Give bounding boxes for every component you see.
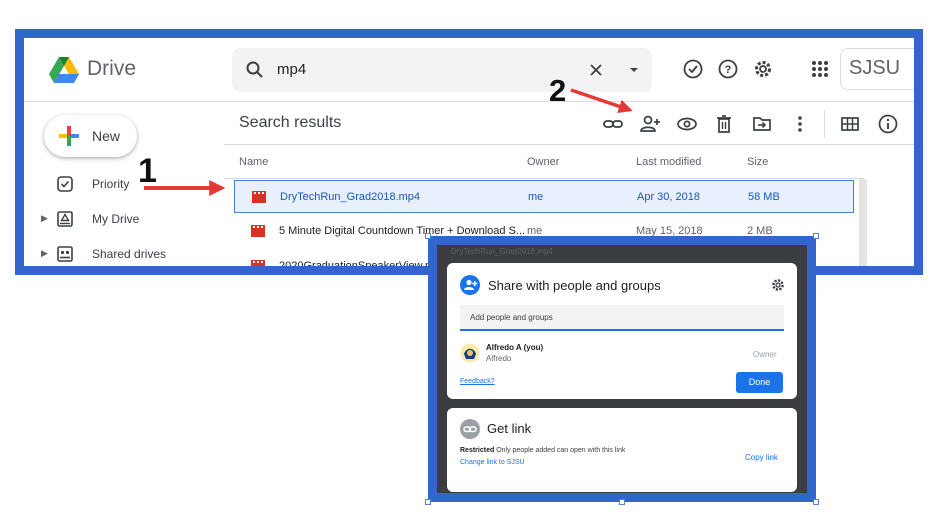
get-link-panel: Get link Restricted Only people added ca… — [447, 408, 797, 492]
done-button[interactable]: Done — [736, 372, 783, 393]
user-subtitle: Alfredo — [486, 354, 512, 363]
share-dialog-title: Share with people and groups — [488, 278, 661, 293]
share-dialog: Share with people and groups Add people … — [447, 263, 797, 399]
get-link-title: Get link — [487, 421, 532, 436]
link-icon — [460, 419, 480, 439]
add-people-placeholder: Add people and groups — [470, 313, 553, 322]
add-person-icon — [460, 275, 480, 295]
resize-handle[interactable] — [813, 233, 819, 239]
resize-handle[interactable] — [813, 499, 819, 505]
avatar — [460, 343, 480, 363]
feedback-link[interactable]: Feedback? — [460, 378, 495, 385]
user-name: Alfredo A (you) — [486, 343, 544, 352]
resize-handle[interactable] — [425, 499, 431, 505]
restricted-label: Restricted — [460, 447, 495, 454]
gear-icon[interactable] — [770, 277, 786, 293]
change-link-button[interactable]: Change link to SJSU — [460, 459, 525, 466]
background-file-name: DryTechRun_Grad2018.mp4 — [451, 247, 553, 256]
copy-link-button[interactable]: Copy link — [745, 453, 778, 462]
add-people-input[interactable]: Add people and groups — [460, 305, 784, 331]
resize-handle[interactable] — [619, 499, 625, 505]
resize-handle[interactable] — [425, 233, 431, 239]
annotation-number-2: 2 — [549, 73, 567, 108]
user-role: Owner — [753, 350, 777, 359]
annotation-number-1: 1 — [138, 152, 157, 190]
link-access-description: Restricted Only people added can open wi… — [460, 447, 625, 454]
restricted-description: Only people added can open with this lin… — [496, 447, 626, 454]
annotation-arrow-2 — [570, 88, 633, 114]
share-dialog-frame: DryTechRun_Grad2018.mp4 Share with peopl… — [428, 236, 816, 502]
